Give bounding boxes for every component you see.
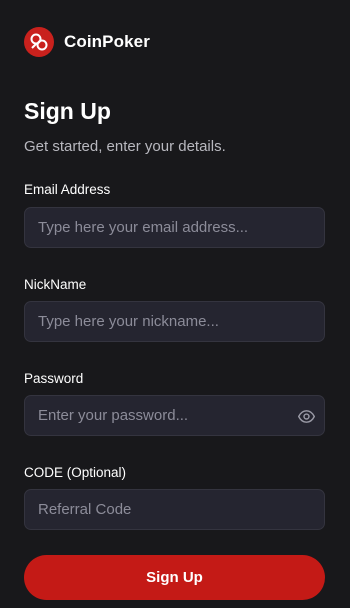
nickname-field[interactable]: [25, 302, 324, 341]
nickname-field-container: [24, 301, 325, 342]
email-field-container: [24, 207, 325, 248]
page-subtitle: Get started, enter your details.: [24, 138, 226, 155]
eye-icon[interactable]: [297, 408, 316, 425]
referral-code-field[interactable]: [25, 490, 324, 529]
page-title: Sign Up: [24, 98, 111, 124]
email-field[interactable]: [25, 208, 324, 247]
nickname-label: NickName: [24, 277, 87, 292]
brand-name: CoinPoker: [64, 32, 150, 51]
sign-up-button[interactable]: Sign Up: [24, 555, 325, 600]
coinpoker-logo-icon: [24, 27, 54, 57]
password-field-container: [24, 395, 325, 436]
password-label: Password: [24, 371, 84, 386]
brand-header: CoinPoker: [24, 27, 150, 57]
email-label: Email Address: [24, 182, 111, 197]
password-field[interactable]: [25, 396, 324, 435]
code-field-container: [24, 489, 325, 530]
code-label: CODE (Optional): [24, 465, 127, 480]
